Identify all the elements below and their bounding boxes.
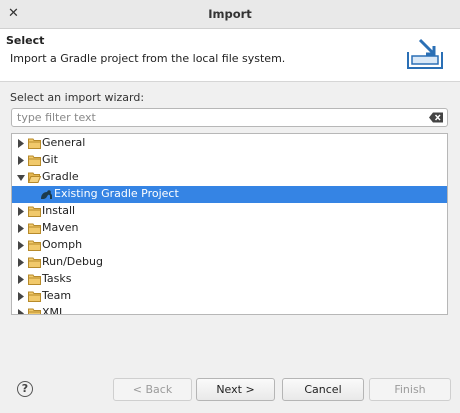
folder-open-icon	[28, 172, 41, 183]
help-button[interactable]: ?	[17, 381, 33, 397]
wizard-label: Select an import wizard:	[10, 91, 145, 104]
folder-icon	[28, 291, 41, 302]
folder-icon	[28, 206, 41, 217]
tree-item-team[interactable]: Team	[12, 288, 447, 305]
tree-item-label: Git	[42, 153, 58, 166]
page-title: Select	[6, 34, 45, 47]
cancel-button[interactable]: Cancel	[282, 378, 364, 401]
folder-icon	[28, 274, 41, 285]
folder-icon	[28, 308, 41, 314]
folder-icon	[28, 223, 41, 234]
tree-item-label: Gradle	[42, 170, 79, 183]
tree-item-label: Maven	[42, 221, 79, 234]
folder-icon	[28, 155, 41, 166]
wizard-tree: General Git Gradle Existing Gradle Proje…	[11, 133, 448, 315]
folder-icon	[28, 138, 41, 149]
expand-arrow-icon[interactable]	[17, 309, 25, 315]
wizard-header: Select Import a Gradle project from the …	[0, 29, 460, 82]
back-button[interactable]: < Back	[113, 378, 192, 401]
tree-item-xml[interactable]: XML	[12, 305, 447, 315]
tree-item-general[interactable]: General	[12, 135, 447, 152]
expand-arrow-icon[interactable]	[17, 275, 25, 284]
tree-item-tasks[interactable]: Tasks	[12, 271, 447, 288]
tree-item-run-debug[interactable]: Run/Debug	[12, 254, 447, 271]
folder-icon	[28, 257, 41, 268]
tree-item-label: Team	[42, 289, 72, 302]
window-title: Import	[208, 7, 252, 21]
tree-item-label: Oomph	[42, 238, 83, 251]
tree-item-gradle[interactable]: Gradle	[12, 169, 447, 186]
tree-item-existing-gradle-project[interactable]: Existing Gradle Project	[12, 186, 447, 203]
page-description: Import a Gradle project from the local f…	[10, 52, 286, 65]
tree-item-label: Tasks	[42, 272, 72, 285]
title-bar: ✕ Import	[0, 0, 460, 29]
import-banner-icon	[407, 38, 443, 69]
expand-arrow-icon[interactable]	[17, 292, 25, 301]
tree-item-label: Existing Gradle Project	[54, 187, 179, 200]
tree-item-install[interactable]: Install	[12, 203, 447, 220]
expand-arrow-icon[interactable]	[17, 207, 25, 216]
folder-icon	[28, 240, 41, 251]
tree-item-oomph[interactable]: Oomph	[12, 237, 447, 254]
tree-item-label: General	[42, 136, 86, 149]
filter-input[interactable]	[17, 110, 417, 125]
expand-arrow-icon[interactable]	[17, 156, 25, 165]
tree-item-label: Install	[42, 204, 76, 217]
expand-arrow-icon[interactable]	[17, 139, 25, 148]
next-button[interactable]: Next >	[196, 378, 275, 401]
expand-arrow-icon[interactable]	[17, 224, 25, 233]
tree-item-git[interactable]: Git	[12, 152, 447, 169]
clear-filter-icon[interactable]	[429, 112, 443, 123]
tree-item-label: Run/Debug	[42, 255, 103, 268]
expand-arrow-icon[interactable]	[17, 241, 25, 250]
tree-item-maven[interactable]: Maven	[12, 220, 447, 237]
collapse-arrow-icon[interactable]	[17, 173, 25, 182]
expand-arrow-icon[interactable]	[17, 258, 25, 267]
filter-field	[11, 108, 448, 127]
tree-item-label: XML	[42, 306, 66, 315]
finish-button[interactable]: Finish	[369, 378, 451, 401]
gradle-icon	[41, 190, 52, 199]
